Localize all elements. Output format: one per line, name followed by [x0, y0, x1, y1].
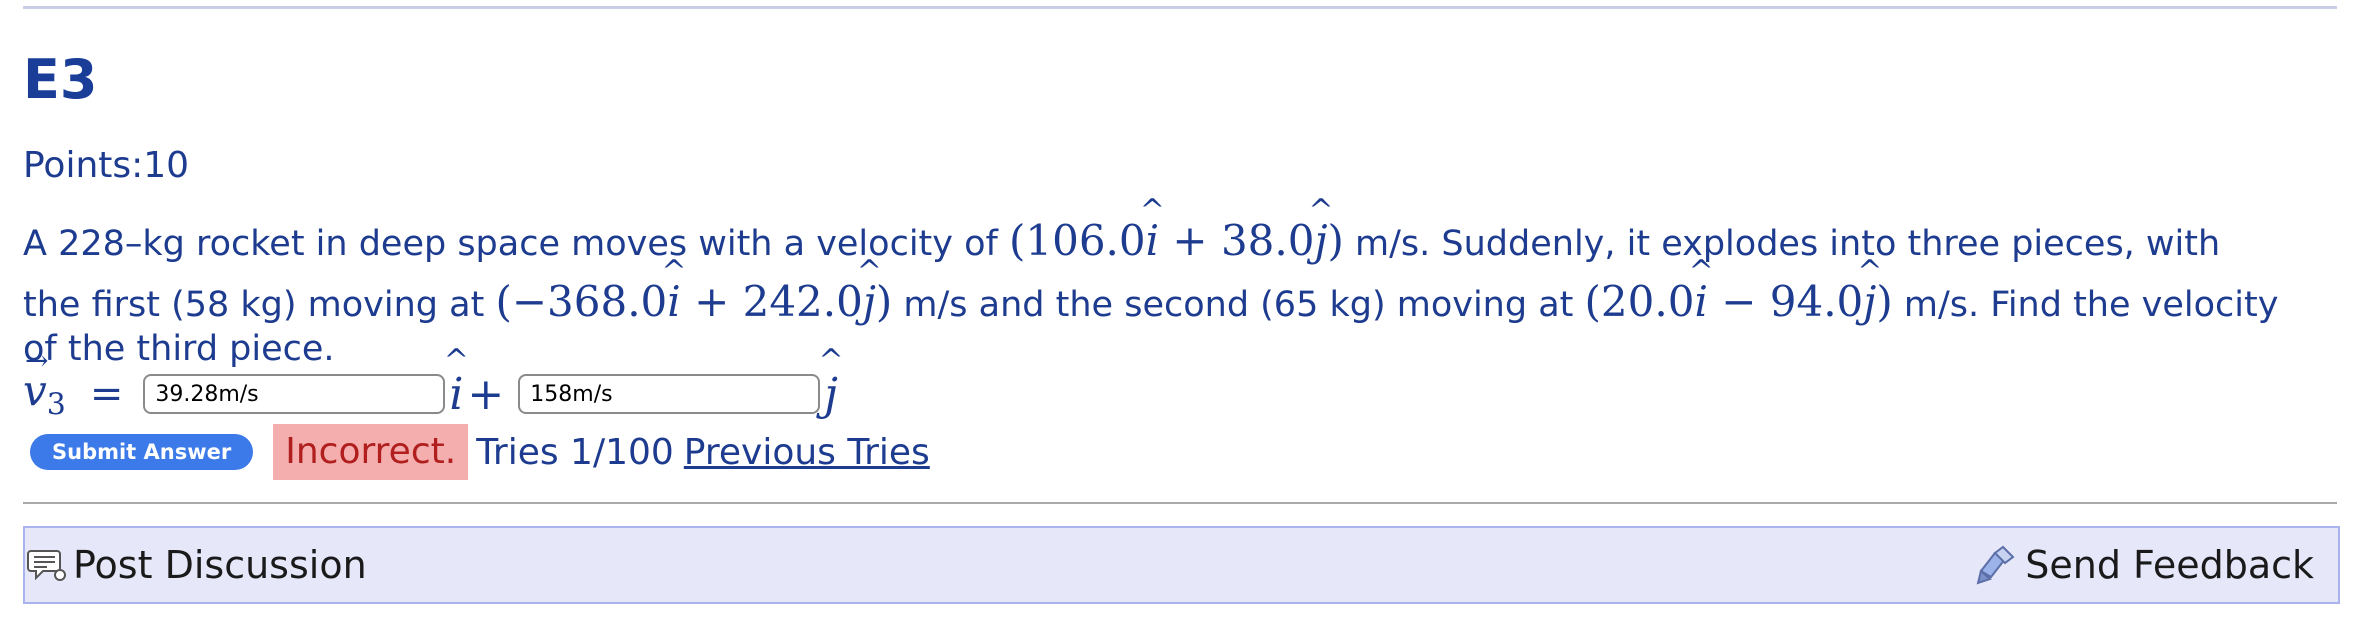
top-divider	[23, 6, 2337, 9]
points-label: Points:10	[23, 145, 190, 186]
answer-row: →v3 = ^i + ^j	[23, 342, 844, 426]
post-discussion-button[interactable]: Post Discussion	[27, 543, 367, 587]
problem-line-2: the first (58 kg) moving at (−368.0i + 2…	[23, 273, 2353, 334]
i-component-input[interactable]	[143, 374, 446, 414]
section-divider	[23, 502, 2337, 504]
problem-statement: A 228–kg rocket in deep space moves with…	[23, 212, 2353, 378]
first-piece-velocity-math: (−368.0i + 242.0j)	[495, 277, 892, 326]
velocity-symbol: → v3	[23, 343, 66, 423]
status-row: Submit Answer Incorrect. Tries 1/100 Pre…	[30, 424, 930, 480]
discussion-icon	[27, 550, 66, 581]
problem-title: E3	[23, 48, 98, 111]
second-piece-velocity-math: (20.0i − 94.0j)	[1585, 277, 1893, 326]
result-badge: Incorrect.	[273, 424, 469, 480]
problem-line-1: A 228–kg rocket in deep space moves with…	[23, 212, 2353, 273]
send-feedback-button[interactable]: Send Feedback	[1975, 543, 2314, 587]
feedback-icon	[1976, 545, 2015, 585]
initial-velocity-math: (106.0i + 38.0j)	[1009, 216, 1344, 265]
j-component-input[interactable]	[518, 374, 821, 414]
footer-bar: Post Discussion Send Feedback	[23, 526, 2340, 604]
previous-tries-link[interactable]: Previous Tries	[684, 432, 930, 473]
tries-count: Tries 1/100	[476, 431, 674, 473]
plus-sign: +	[467, 368, 505, 420]
i-hat-symbol: ^ i	[443, 342, 469, 420]
equals-sign: =	[89, 371, 124, 417]
j-hat-symbol: ^ j	[818, 342, 844, 420]
submit-answer-button[interactable]: Submit Answer	[30, 434, 254, 470]
